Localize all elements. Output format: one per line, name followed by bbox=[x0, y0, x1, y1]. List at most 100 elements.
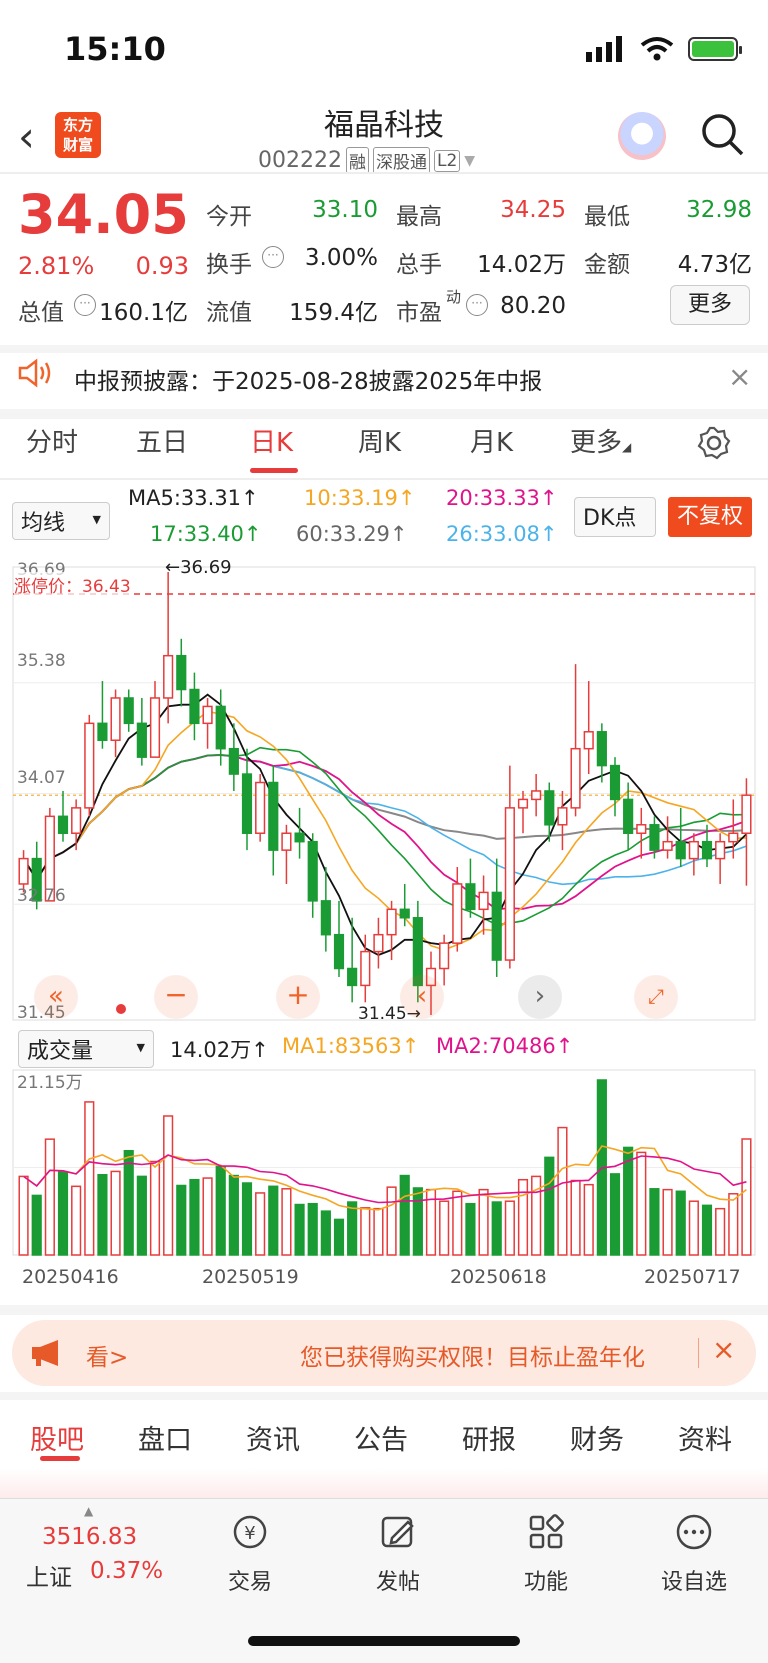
ma17-label: 17:33.40↑ bbox=[150, 522, 262, 546]
volume-bar bbox=[110, 1170, 121, 1256]
candle-body bbox=[110, 697, 121, 741]
float-label: 流值 bbox=[206, 300, 252, 326]
tab-intraday[interactable]: 分时 bbox=[26, 422, 78, 459]
candle-body bbox=[491, 891, 502, 961]
candle-body bbox=[97, 722, 108, 741]
next-icon[interactable]: › bbox=[518, 975, 562, 1019]
amount-value: 4.73亿 bbox=[677, 252, 752, 278]
tab-pankou[interactable]: 盘口 bbox=[138, 1418, 192, 1457]
ma26-label: 26:33.08↑ bbox=[446, 522, 558, 546]
candle-body bbox=[452, 883, 463, 944]
candle-body bbox=[583, 731, 594, 750]
nav-watchlist[interactable]: 设自选 bbox=[639, 1512, 749, 1596]
volume-bar bbox=[255, 1192, 266, 1256]
volume-bar bbox=[149, 1160, 161, 1256]
fullscreen-icon[interactable]: ⤢ bbox=[634, 975, 678, 1019]
volume-bar bbox=[320, 1210, 331, 1256]
tab-more[interactable]: 更多◢ bbox=[570, 422, 631, 459]
volume-bar bbox=[465, 1202, 476, 1256]
banner-look-link[interactable]: 看> bbox=[86, 1338, 128, 1372]
volume-bar bbox=[84, 1101, 95, 1256]
candle-body bbox=[268, 781, 279, 851]
candle-body bbox=[123, 697, 134, 725]
robot-assistant-icon[interactable] bbox=[618, 112, 666, 160]
nav-trade[interactable]: ¥ 交易 bbox=[195, 1512, 305, 1596]
trade-icon: ¥ bbox=[233, 1515, 267, 1549]
dk-point-label: DK点 bbox=[583, 506, 637, 531]
notice-text[interactable]: 中报预披露：于2025-08-28披露2025年中报 bbox=[74, 362, 542, 396]
candle-body bbox=[360, 950, 371, 987]
volume-bar bbox=[701, 1204, 713, 1256]
search-icon[interactable] bbox=[700, 112, 744, 156]
tab-finance[interactable]: 财务 bbox=[570, 1418, 624, 1457]
volume-bar bbox=[123, 1149, 134, 1256]
prev-icon[interactable]: ‹ bbox=[400, 975, 444, 1019]
no-adjust-button[interactable]: 不复权 bbox=[668, 497, 752, 537]
date-label: 20250519 bbox=[202, 1266, 299, 1288]
volume-bar bbox=[649, 1188, 660, 1256]
volume-bar bbox=[412, 1187, 423, 1256]
close-icon[interactable]: × bbox=[728, 360, 751, 393]
volume-bar bbox=[609, 1173, 621, 1256]
nav-function[interactable]: 功能 bbox=[491, 1512, 601, 1596]
tab-weekly-k[interactable]: 周K bbox=[358, 422, 401, 459]
candle-body bbox=[281, 832, 292, 851]
tab-announcement[interactable]: 公告 bbox=[354, 1418, 408, 1457]
info-icon[interactable]: ··· bbox=[74, 294, 96, 316]
dk-point-select[interactable]: DK点 bbox=[574, 497, 656, 537]
tab-news[interactable]: 资讯 bbox=[246, 1418, 300, 1457]
volume-bar bbox=[176, 1184, 187, 1256]
more-button[interactable]: 更多 bbox=[670, 285, 750, 325]
candle-body bbox=[215, 705, 226, 750]
candle-body bbox=[623, 798, 634, 834]
open-label: 今开 bbox=[206, 204, 252, 230]
volume-bar bbox=[386, 1186, 397, 1256]
tab-guba[interactable]: 股吧 bbox=[30, 1418, 84, 1457]
record-dot bbox=[116, 1004, 126, 1014]
volume-select[interactable]: 成交量 ▼ bbox=[18, 1030, 154, 1068]
candle-body bbox=[294, 832, 305, 843]
speaker-icon bbox=[18, 358, 51, 388]
nav-post[interactable]: 发帖 bbox=[343, 1512, 453, 1596]
battery-icon bbox=[688, 37, 742, 61]
high-value: 34.25 bbox=[500, 197, 566, 223]
volume-bar bbox=[636, 1151, 647, 1256]
index-name[interactable]: 上证 bbox=[26, 1558, 72, 1592]
tag-connect: 深股通 bbox=[372, 147, 430, 174]
scroll-left-icon[interactable]: « bbox=[34, 975, 78, 1019]
candle-body bbox=[662, 840, 673, 851]
volume-bar bbox=[136, 1175, 147, 1256]
volume-bar bbox=[333, 1218, 345, 1256]
vol-ma2-label: MA2:70486↑ bbox=[436, 1034, 574, 1058]
tab-monthly-k[interactable]: 月K bbox=[470, 422, 513, 459]
info-icon[interactable]: ··· bbox=[466, 294, 488, 316]
close-icon[interactable]: × bbox=[712, 1333, 735, 1366]
index-percent[interactable]: 0.37% bbox=[90, 1558, 163, 1584]
banner-text[interactable]: 您已获得购买权限！目标止盈年化 bbox=[300, 1338, 645, 1372]
kline-chart[interactable] bbox=[0, 555, 768, 1300]
candle-body bbox=[149, 697, 161, 758]
tab-more-label: 更多 bbox=[570, 428, 623, 458]
candle-body bbox=[465, 883, 476, 911]
volume-bar bbox=[741, 1138, 752, 1256]
candle-body bbox=[701, 840, 713, 860]
pe-sup: 动 bbox=[446, 288, 462, 306]
stock-code-row[interactable]: 002222 融 深股通 L2 ▼ bbox=[258, 147, 475, 174]
index-value[interactable]: 3516.83 bbox=[42, 1524, 137, 1550]
indicator-select[interactable]: 均线 ▼ bbox=[12, 502, 110, 540]
zoom-out-icon[interactable]: − bbox=[154, 975, 198, 1019]
mktcap-value: 160.1亿 bbox=[99, 300, 188, 326]
volume-bar bbox=[360, 1207, 371, 1256]
zoom-in-icon[interactable]: + bbox=[276, 975, 320, 1019]
current-price: 34.05 bbox=[18, 183, 189, 246]
candle-body bbox=[649, 824, 660, 851]
gear-icon[interactable] bbox=[697, 426, 731, 460]
tab-research[interactable]: 研报 bbox=[462, 1418, 516, 1457]
svg-text:¥: ¥ bbox=[244, 1523, 255, 1544]
amount-label: 金额 bbox=[584, 252, 630, 278]
tab-5day[interactable]: 五日 bbox=[136, 422, 188, 459]
tab-daily-k[interactable]: 日K bbox=[250, 422, 293, 459]
volume-bar bbox=[517, 1178, 529, 1256]
tab-profile[interactable]: 资料 bbox=[678, 1418, 732, 1457]
volume-bar bbox=[241, 1182, 253, 1256]
